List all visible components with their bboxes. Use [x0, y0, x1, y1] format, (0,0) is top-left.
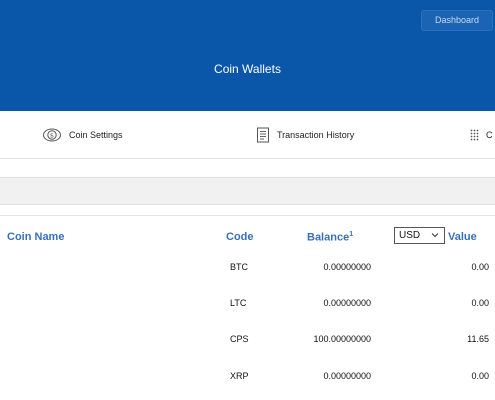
chevron-down-icon — [430, 230, 440, 243]
row-balance: 0.00000000 — [323, 298, 371, 308]
tab-label: Transaction History — [277, 130, 355, 140]
column-balance-label: Balance — [307, 231, 350, 244]
row-code: CPS — [230, 334, 249, 344]
coin-settings-icon: $ — [42, 128, 62, 142]
transaction-history-icon — [256, 127, 270, 143]
row-value: 0.00 — [471, 371, 489, 381]
row-code: BTC — [230, 262, 248, 272]
balance-footnote-marker: 1 — [349, 231, 354, 238]
row-balance: 100.00000000 — [313, 334, 371, 344]
page-title: Coin Wallets — [214, 62, 281, 76]
row-value: 0.00 — [471, 262, 489, 272]
table-row[interactable]: XRP 0.00000000 0.00 — [0, 358, 495, 394]
tab-coin-settings[interactable]: $ Coin Settings — [42, 111, 123, 159]
table-row[interactable]: CPS 100.00000000 11.65 — [0, 321, 495, 357]
grid-dots-icon — [470, 129, 479, 141]
tab-transaction-history[interactable]: Transaction History — [256, 111, 354, 159]
dashboard-button[interactable]: Dashboard — [421, 10, 493, 31]
svg-text:$: $ — [50, 132, 54, 140]
row-code: XRP — [230, 371, 249, 381]
table-row[interactable]: BTC 0.00000000 0.00 — [0, 249, 495, 285]
row-balance: 0.00000000 — [323, 371, 371, 381]
header-bar: Dashboard Coin Wallets — [0, 0, 495, 111]
currency-select-value: USD — [399, 230, 421, 241]
row-balance: 0.00000000 — [323, 262, 371, 272]
table-row[interactable]: LTC 0.00000000 0.00 — [0, 285, 495, 321]
filter-bar — [0, 177, 495, 205]
column-code[interactable]: Code — [226, 231, 254, 243]
row-code: LTC — [230, 298, 247, 308]
column-balance[interactable]: Balance1 — [307, 231, 353, 244]
currency-select[interactable]: USD — [394, 227, 445, 244]
tab-label: Coin Settings — [69, 130, 123, 140]
row-value: 0.00 — [471, 298, 489, 308]
column-value[interactable]: Value — [448, 231, 477, 243]
row-value: 11.65 — [467, 334, 489, 344]
tab-partial[interactable]: C — [470, 111, 493, 159]
column-coin-name[interactable]: Coin Name — [7, 231, 64, 243]
tab-bar: $ Coin Settings Transaction History C — [0, 111, 495, 159]
tab-label: C — [486, 130, 493, 140]
